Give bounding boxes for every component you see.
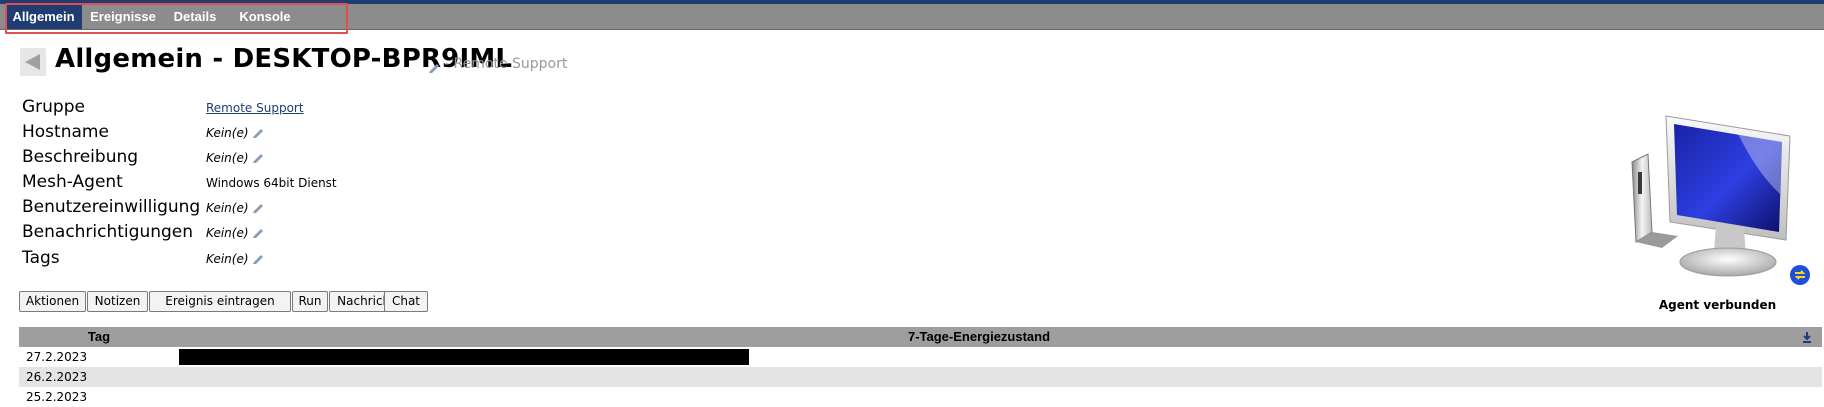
- property-label: Beschreibung: [22, 147, 139, 167]
- run-button[interactable]: Run: [292, 291, 328, 312]
- property-row-hostname: Hostname Kein(e): [22, 122, 522, 146]
- property-label: Benutzereinwilligung: [22, 197, 201, 217]
- download-icon[interactable]: [1801, 331, 1813, 346]
- notifications-value: Kein(e): [206, 226, 249, 240]
- tab-allgemein[interactable]: Allgemein: [5, 4, 82, 29]
- description-value: Kein(e): [206, 151, 249, 165]
- group-link[interactable]: Remote Support: [206, 101, 304, 115]
- property-row-beschreibung: Beschreibung Kein(e): [22, 147, 522, 171]
- property-label: Hostname: [22, 122, 109, 142]
- tab-konsole[interactable]: Konsole: [228, 4, 302, 29]
- row-date: 26.2.2023: [26, 370, 88, 384]
- title-edit-pencil-icon[interactable]: [428, 58, 440, 77]
- agent-status: Agent verbunden: [1658, 298, 1777, 312]
- edit-pencil-icon[interactable]: [252, 152, 264, 166]
- property-value: Kein(e): [206, 252, 264, 267]
- tab-bar: Allgemein Ereignisse Details Konsole: [0, 4, 1824, 30]
- power-state-bar: [179, 349, 749, 365]
- page-subtitle: - Remote Support: [444, 56, 568, 72]
- property-row-benachrichtigungen: Benachrichtigungen Kein(e): [22, 222, 522, 246]
- tab-ereignisse[interactable]: Ereignisse: [84, 4, 162, 29]
- edit-pencil-icon[interactable]: [252, 253, 264, 267]
- property-row-gruppe: Gruppe Remote Support: [22, 97, 522, 121]
- edit-pencil-icon[interactable]: [252, 227, 264, 241]
- row-date: 27.2.2023: [26, 350, 88, 364]
- column-header-day: Tag: [87, 329, 111, 344]
- edit-pencil-icon[interactable]: [252, 202, 264, 216]
- row-date: 25.2.2023: [26, 390, 88, 404]
- property-value: Kein(e): [206, 126, 264, 141]
- back-button[interactable]: [20, 48, 46, 76]
- back-arrow-icon: [25, 54, 40, 70]
- mesh-agent-value: Windows 64bit Dienst: [206, 176, 337, 190]
- property-label: Gruppe: [22, 97, 85, 117]
- tags-value: Kein(e): [206, 252, 249, 266]
- table-header: Tag 7-Tage-Energiezustand: [19, 327, 1822, 347]
- edit-pencil-icon[interactable]: [252, 127, 264, 141]
- actions-button[interactable]: Aktionen: [19, 291, 86, 312]
- table-row: 26.2.2023: [19, 367, 1822, 387]
- property-value: Kein(e): [206, 151, 264, 166]
- property-row-benutzereinwilligung: Benutzereinwilligung Kein(e): [22, 197, 522, 221]
- tab-details[interactable]: Details: [164, 4, 226, 29]
- connection-status-icon: [1790, 265, 1810, 285]
- property-label: Tags: [22, 248, 60, 268]
- property-label: Mesh-Agent: [22, 172, 123, 192]
- property-value: Kein(e): [206, 226, 264, 241]
- hostname-value: Kein(e): [206, 126, 249, 140]
- desktop-computer-icon: [1618, 114, 1822, 284]
- table-row: 25.2.2023: [19, 387, 1822, 407]
- chat-button[interactable]: Chat: [384, 291, 428, 312]
- column-header-power-state: 7-Tage-Energiezustand: [907, 329, 1051, 344]
- property-value: Kein(e): [206, 201, 264, 216]
- notes-button[interactable]: Notizen: [87, 291, 148, 312]
- property-row-mesh-agent: Mesh-Agent Windows 64bit Dienst: [22, 172, 522, 196]
- property-label: Benachrichtigungen: [22, 222, 194, 242]
- property-row-tags: Tags Kein(e): [22, 248, 522, 272]
- consent-value: Kein(e): [206, 201, 249, 215]
- table-row: 27.2.2023: [19, 347, 1822, 367]
- add-event-button[interactable]: Ereignis eintragen: [149, 291, 291, 312]
